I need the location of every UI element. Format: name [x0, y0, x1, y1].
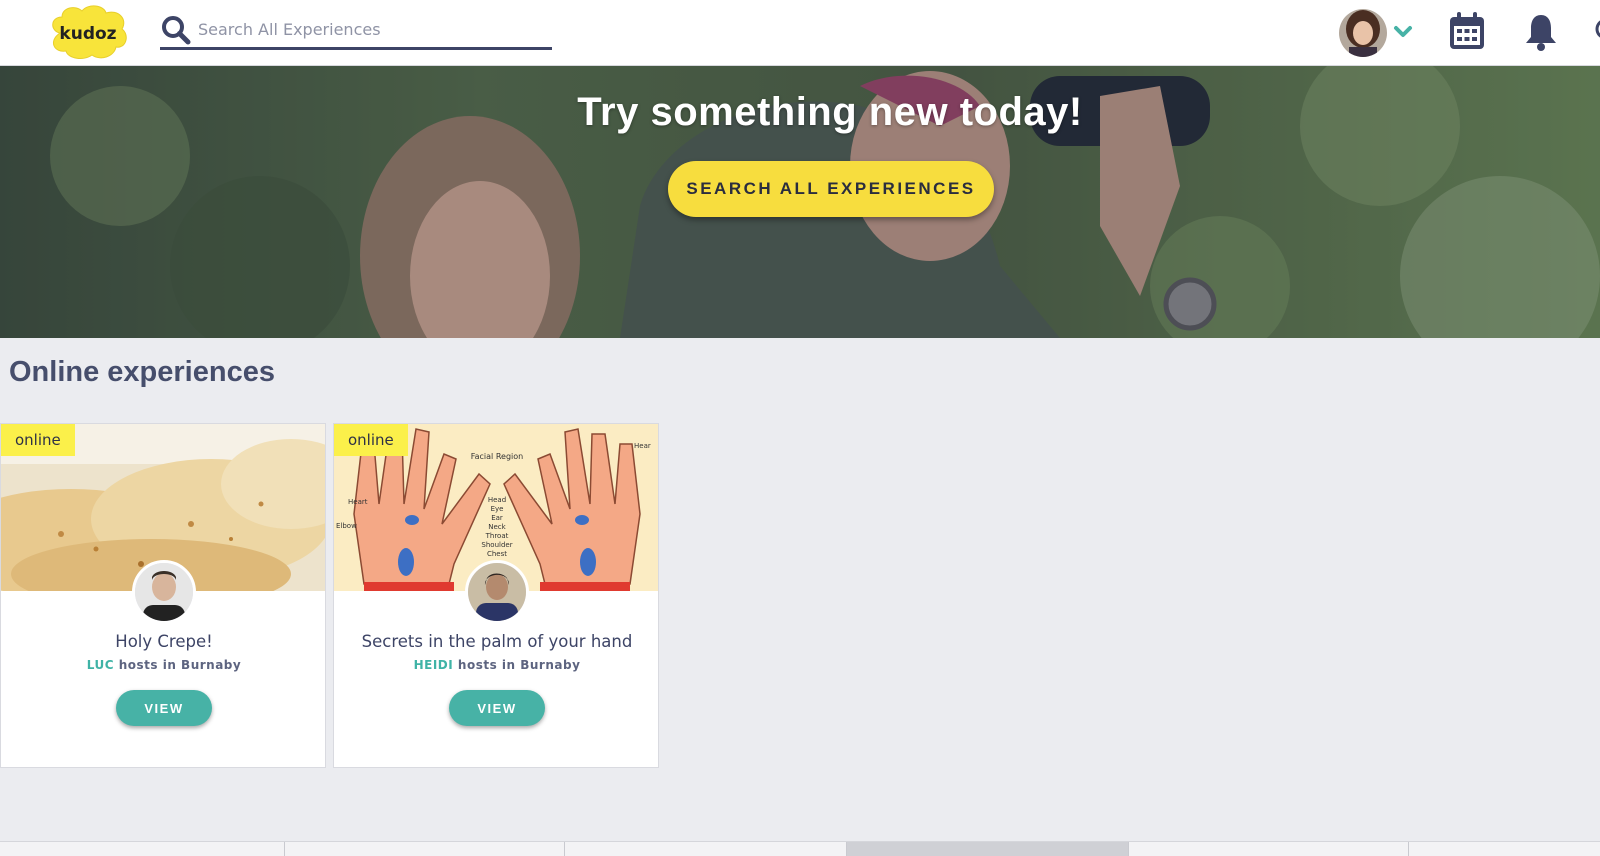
svg-text:kudoz: kudoz	[59, 24, 116, 44]
svg-text:Heart: Heart	[348, 498, 368, 506]
host-name-link[interactable]: LUC	[87, 658, 114, 672]
bell-icon[interactable]	[1524, 12, 1558, 52]
host-avatar[interactable]	[465, 560, 529, 624]
search-bar	[160, 10, 552, 50]
experience-title: Holy Crepe!	[115, 632, 213, 651]
host-avatar[interactable]	[132, 560, 196, 624]
experience-card-secrets-palm[interactable]: Facial Region Head Eye Ear Neck Throat S…	[333, 423, 659, 768]
search-input[interactable]	[198, 14, 548, 44]
bottom-tab[interactable]	[1408, 842, 1600, 856]
view-button[interactable]: VIEW	[449, 690, 545, 726]
section-title: Online experiences	[9, 356, 275, 388]
bottom-tab[interactable]	[564, 842, 846, 856]
chevron-down-icon[interactable]	[1393, 22, 1413, 42]
host-location: hosts in Burnaby	[118, 658, 242, 672]
host-name-link[interactable]: HEIDI	[414, 658, 454, 672]
svg-text:Elbow: Elbow	[336, 522, 357, 530]
svg-text:Ear: Ear	[491, 514, 503, 522]
svg-text:Throat: Throat	[485, 532, 509, 540]
kudoz-logo[interactable]: kudoz	[46, 3, 130, 61]
user-avatar[interactable]	[1339, 9, 1387, 57]
bottom-tab[interactable]	[1128, 842, 1408, 856]
svg-text:Shoulder: Shoulder	[481, 541, 512, 549]
bottom-tab-strip	[0, 841, 1600, 856]
svg-text:Chest: Chest	[487, 550, 507, 558]
chat-icon[interactable]	[1592, 18, 1600, 44]
view-button[interactable]: VIEW	[116, 690, 212, 726]
online-badge: online	[334, 424, 408, 456]
host-line: LUC hosts in Burnaby	[1, 658, 325, 672]
search-all-experiences-button[interactable]: SEARCH ALL EXPERIENCES	[668, 161, 994, 217]
search-icon[interactable]	[160, 14, 192, 46]
calendar-icon[interactable]	[1448, 11, 1486, 51]
svg-text:Head: Head	[488, 496, 506, 504]
online-badge: online	[1, 424, 75, 456]
experience-card-holy-crepe[interactable]: online Holy Crepe! LUC hosts in Burnaby …	[0, 423, 326, 768]
svg-text:Hear: Hear	[634, 442, 651, 450]
bottom-tab[interactable]	[284, 842, 564, 856]
svg-text:Eye: Eye	[491, 505, 504, 513]
experience-title: Secrets in the palm of your hand	[361, 632, 633, 651]
top-navigation-bar: kudoz	[0, 0, 1600, 66]
hero-banner: Try something new today! SEARCH ALL EXPE…	[0, 66, 1600, 338]
svg-text:Neck: Neck	[488, 523, 506, 531]
host-line: HEIDI hosts in Burnaby	[334, 658, 658, 672]
host-location: hosts in Burnaby	[457, 658, 581, 672]
svg-text:Facial Region: Facial Region	[471, 452, 523, 461]
bottom-tab-active[interactable]	[846, 842, 1128, 856]
hero-title: Try something new today!	[577, 90, 1083, 134]
